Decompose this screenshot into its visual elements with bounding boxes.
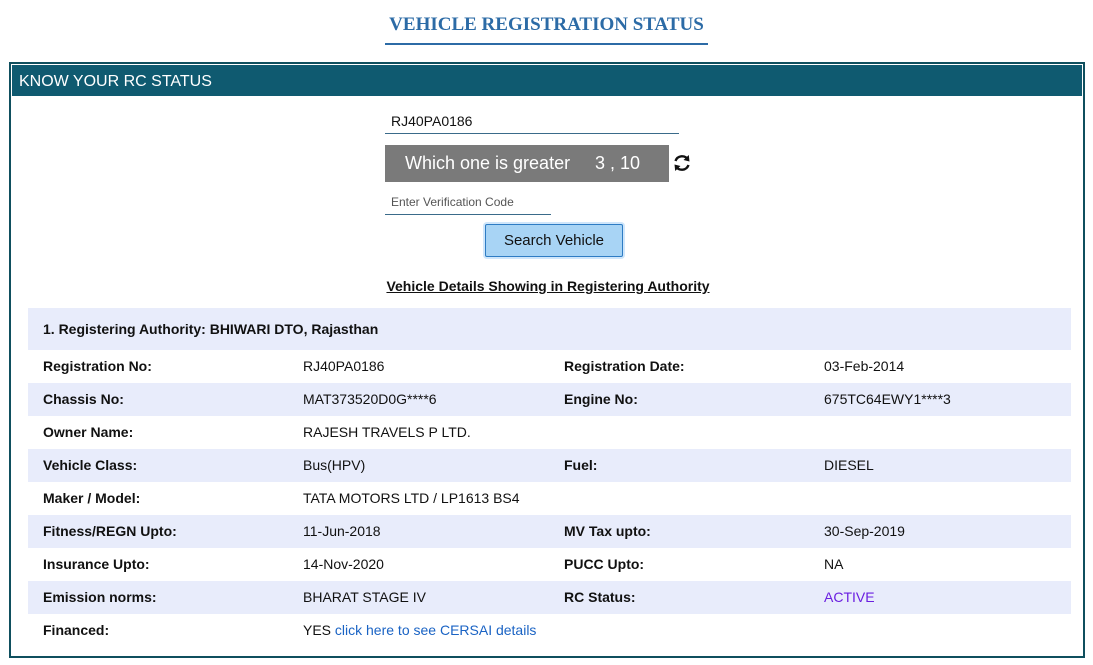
- label-registration-date: Registration Date:: [564, 358, 685, 374]
- value-registration-no: RJ40PA0186: [303, 358, 385, 374]
- value-pucc-upto: NA: [824, 556, 844, 572]
- table-row: Maker / Model: TATA MOTORS LTD / LP1613 …: [28, 482, 1071, 515]
- value-vehicle-class: Bus(HPV): [303, 457, 366, 473]
- value-chassis-no: MAT373520D0G****6: [303, 391, 437, 407]
- page-title: VEHICLE REGISTRATION STATUS: [385, 14, 708, 45]
- table-row: Chassis No: MAT373520D0G****6 Engine No:…: [28, 383, 1071, 416]
- label-registration-no: Registration No:: [43, 358, 152, 374]
- table-row: Registration No: RJ40PA0186 Registration…: [28, 350, 1071, 383]
- label-mv-tax-upto: MV Tax upto:: [564, 523, 651, 539]
- value-engine-no: 675TC64EWY1****3: [824, 391, 951, 407]
- value-rc-status: ACTIVE: [824, 589, 875, 605]
- table-row: Financed: YES click here to see CERSAI d…: [28, 614, 1071, 647]
- value-fitness-upto: 11-Jun-2018: [303, 523, 381, 539]
- value-financed: YES click here to see CERSAI details: [303, 614, 536, 647]
- label-pucc-upto: PUCC Upto:: [564, 556, 645, 572]
- table-row: Emission norms: BHARAT STAGE IV RC Statu…: [28, 581, 1071, 614]
- table-row: Owner Name: RAJESH TRAVELS P LTD.: [28, 416, 1071, 449]
- table-row: Fitness/REGN Upto: 11-Jun-2018 MV Tax up…: [28, 515, 1071, 548]
- label-fuel: Fuel:: [564, 457, 598, 473]
- label-chassis-no: Chassis No:: [43, 391, 124, 407]
- registering-authority-row: 1. Registering Authority: BHIWARI DTO, R…: [28, 308, 1071, 350]
- label-maker-model: Maker / Model:: [43, 490, 141, 506]
- details-heading: Vehicle Details Showing in Registering A…: [386, 278, 710, 294]
- refresh-icon[interactable]: [671, 152, 693, 174]
- value-registration-date: 03-Feb-2014: [824, 358, 905, 374]
- label-financed: Financed:: [43, 622, 110, 638]
- captcha-box: Which one is greater 3 , 10: [385, 145, 669, 182]
- value-maker-model: TATA MOTORS LTD / LP1613 BS4: [303, 490, 520, 506]
- verification-code-input[interactable]: [385, 189, 551, 215]
- registration-number-input[interactable]: [385, 108, 679, 134]
- cersai-details-link[interactable]: click here to see CERSAI details: [335, 622, 537, 638]
- captcha-numbers: 3 , 10: [595, 153, 641, 173]
- search-vehicle-button[interactable]: Search Vehicle: [485, 224, 623, 257]
- label-emission-norms: Emission norms:: [43, 589, 157, 605]
- value-emission-norms: BHARAT STAGE IV: [303, 589, 426, 605]
- label-rc-status: RC Status:: [564, 589, 636, 605]
- label-owner-name: Owner Name:: [43, 424, 134, 440]
- table-row: Vehicle Class: Bus(HPV) Fuel: DIESEL: [28, 449, 1071, 482]
- vehicle-details-table: 1. Registering Authority: BHIWARI DTO, R…: [28, 308, 1071, 647]
- value-insurance-upto: 14-Nov-2020: [303, 556, 384, 572]
- table-row: Insurance Upto: 14-Nov-2020 PUCC Upto: N…: [28, 548, 1071, 581]
- label-fitness-upto: Fitness/REGN Upto:: [43, 523, 177, 539]
- rc-status-panel: KNOW YOUR RC STATUS Which one is greater…: [9, 62, 1085, 658]
- label-engine-no: Engine No:: [564, 391, 638, 407]
- value-owner-name: RAJESH TRAVELS P LTD.: [303, 424, 471, 440]
- value-fuel: DIESEL: [824, 457, 874, 473]
- panel-header: KNOW YOUR RC STATUS: [11, 64, 1083, 97]
- page-title-wrap: VEHICLE REGISTRATION STATUS: [0, 14, 1093, 45]
- value-mv-tax-upto: 30-Sep-2019: [824, 523, 905, 539]
- financed-yes: YES: [303, 622, 332, 638]
- label-vehicle-class: Vehicle Class:: [43, 457, 138, 473]
- label-insurance-upto: Insurance Upto:: [43, 556, 150, 572]
- captcha-question: Which one is greater: [405, 153, 571, 173]
